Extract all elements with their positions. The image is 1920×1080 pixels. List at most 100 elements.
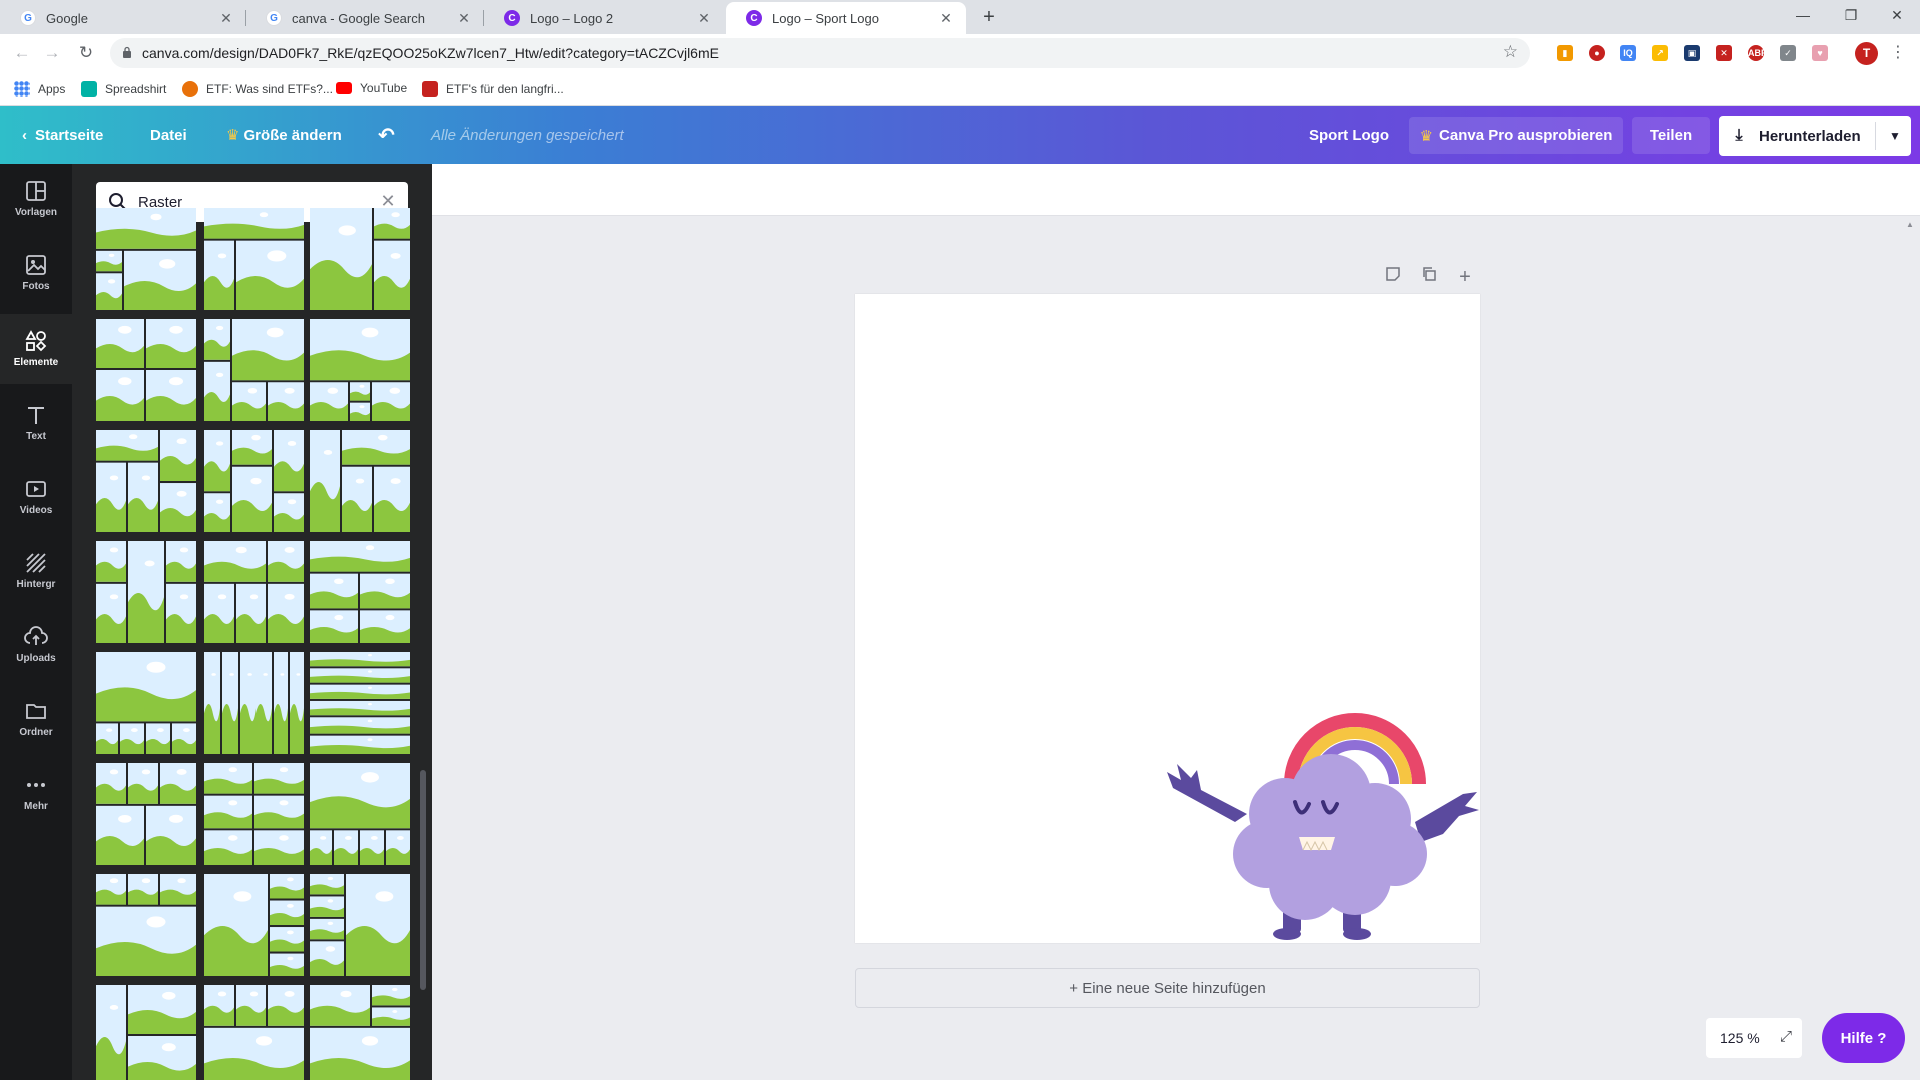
resize-button[interactable]: ♛ Größe ändern — [226, 106, 342, 164]
cloud-monster-illustration[interactable] — [855, 294, 1480, 943]
spreadshirt-icon — [81, 81, 97, 97]
grid-template-thumbnail[interactable] — [204, 763, 304, 865]
browser-tab-canva-search[interactable]: G canva - Google Search ✕ — [246, 2, 484, 34]
rail-label: Vorlagen — [14, 207, 58, 218]
grid-template-thumbnail[interactable] — [310, 874, 410, 976]
rail-item-elements[interactable]: Elemente — [0, 314, 72, 384]
grid-template-thumbnail[interactable] — [204, 541, 304, 643]
grid-template-thumbnail[interactable] — [204, 985, 304, 1080]
rail-label: Hintergr — [16, 579, 56, 590]
panel-scrollbar[interactable] — [420, 770, 426, 990]
grid-template-thumbnail[interactable] — [96, 208, 196, 310]
grid-template-thumbnail[interactable] — [310, 763, 410, 865]
grid-template-thumbnail[interactable] — [310, 541, 410, 643]
rail-item-videos[interactable]: Videos — [0, 462, 72, 532]
omnibox[interactable]: canva.com/design/DAD0Fk7_RkE/qzEQOO25oKZ… — [110, 38, 1530, 68]
grid-thumbnail-image — [310, 874, 410, 976]
browser-tab-google[interactable]: G Google ✕ — [0, 2, 246, 34]
browser-tab-sport-logo[interactable]: C Logo – Sport Logo ✕ — [726, 2, 966, 34]
undo-icon[interactable]: ↶ — [378, 106, 395, 164]
grid-template-thumbnail[interactable] — [204, 652, 304, 754]
minimize-icon[interactable]: — — [1780, 0, 1826, 30]
bookmark-etf[interactable]: ETF: Was sind ETFs?... — [182, 81, 333, 97]
home-label: Startseite — [35, 126, 104, 144]
rail-item-text[interactable]: Text — [0, 388, 72, 458]
profile-avatar[interactable]: T — [1855, 42, 1878, 65]
reload-icon[interactable]: ↻ — [74, 42, 98, 64]
extension-icon[interactable]: ↗ — [1652, 45, 1668, 61]
rail-item-more[interactable]: Mehr — [0, 758, 72, 828]
design-title[interactable]: Sport Logo — [1309, 106, 1389, 164]
window-close-icon[interactable]: ✕ — [1874, 0, 1920, 30]
grid-template-thumbnail[interactable] — [96, 763, 196, 865]
scroll-up-arrow[interactable]: ▲ — [1906, 220, 1914, 229]
file-menu-button[interactable]: Datei — [150, 106, 187, 164]
folder-icon — [26, 704, 46, 719]
share-button[interactable]: Teilen — [1632, 117, 1710, 154]
duplicate-page-icon[interactable] — [1418, 266, 1440, 288]
bookmark-youtube[interactable]: YouTube — [336, 81, 407, 95]
design-page[interactable] — [855, 294, 1480, 943]
zoom-control[interactable]: 125 % ⤢ — [1706, 1018, 1802, 1058]
grid-thumbnail-image — [310, 652, 410, 754]
extension-icon[interactable]: ♥ — [1812, 45, 1828, 61]
add-new-page-button[interactable]: + Eine neue Seite hinzufügen — [855, 968, 1480, 1008]
bookmark-star-icon[interactable]: ☆ — [1503, 42, 1518, 62]
grid-template-thumbnail[interactable] — [310, 985, 410, 1080]
grid-template-thumbnail[interactable] — [96, 652, 196, 754]
grid-template-thumbnail[interactable] — [310, 319, 410, 421]
tab-title: Google — [46, 10, 88, 26]
grid-thumbnail-image — [96, 652, 196, 754]
grid-template-thumbnail[interactable] — [96, 874, 196, 976]
close-icon[interactable]: ✕ — [456, 10, 472, 27]
new-tab-button[interactable]: + — [977, 5, 1001, 29]
grid-thumbnail-image — [310, 985, 410, 1080]
text-icon — [28, 407, 44, 424]
grid-template-thumbnail[interactable] — [96, 430, 196, 532]
grid-template-thumbnail[interactable] — [96, 541, 196, 643]
help-button[interactable]: Hilfe ? — [1822, 1013, 1905, 1063]
close-icon[interactable]: ✕ — [218, 10, 234, 27]
grid-template-thumbnail[interactable] — [96, 985, 196, 1080]
restore-icon[interactable]: ❐ — [1828, 0, 1874, 30]
grid-template-thumbnail[interactable] — [310, 652, 410, 754]
grid-template-thumbnail[interactable] — [204, 430, 304, 532]
google-icon: G — [266, 10, 282, 26]
download-button[interactable]: ⤓ Herunterladen ▼ — [1719, 116, 1911, 156]
close-icon[interactable]: ✕ — [938, 10, 954, 27]
rail-item-uploads[interactable]: Uploads — [0, 610, 72, 680]
forward-icon[interactable]: → — [40, 42, 64, 64]
grid-template-thumbnail[interactable] — [204, 208, 304, 310]
back-icon[interactable]: ← — [10, 42, 34, 64]
side-nav-rail: Vorlagen Fotos Elemente Text Videos Hint… — [0, 164, 72, 1080]
bookmark-etf-langfristig[interactable]: ETF's für den langfri... — [422, 81, 564, 97]
rail-item-photos[interactable]: Fotos — [0, 238, 72, 308]
grid-template-thumbnail[interactable] — [204, 319, 304, 421]
extension-icon[interactable]: IQ — [1620, 45, 1636, 61]
page-notes-icon[interactable] — [1382, 266, 1404, 288]
rail-item-templates[interactable]: Vorlagen — [0, 164, 72, 234]
chevron-down-icon[interactable]: ▼ — [1879, 116, 1911, 156]
grid-template-thumbnail[interactable] — [96, 319, 196, 421]
add-page-icon[interactable]: + — [1454, 266, 1476, 288]
bookmark-apps[interactable]: Apps — [14, 81, 65, 97]
browser-menu-icon[interactable]: ⋮ — [1890, 42, 1906, 64]
try-pro-button[interactable]: ♛ Canva Pro ausprobieren — [1409, 117, 1623, 154]
grid-template-thumbnail[interactable] — [310, 430, 410, 532]
home-button[interactable]: ‹ Startseite — [22, 106, 103, 164]
close-icon[interactable]: ✕ — [696, 10, 712, 27]
extension-icon[interactable]: ● — [1589, 45, 1605, 61]
bookmark-label: ETF: Was sind ETFs?... — [206, 82, 333, 96]
extension-icon[interactable]: ✕ — [1716, 45, 1732, 61]
rail-item-folder[interactable]: Ordner — [0, 684, 72, 754]
adblock-icon[interactable]: ABP — [1748, 45, 1767, 61]
extension-icon[interactable]: ▣ — [1684, 45, 1700, 61]
grid-template-thumbnail[interactable] — [310, 208, 410, 310]
grid-template-thumbnail[interactable] — [204, 874, 304, 976]
extension-icon[interactable]: ✓ — [1780, 45, 1796, 61]
fullscreen-icon[interactable]: ⤢ — [1780, 1028, 1792, 1045]
extension-icon[interactable]: ▮ — [1557, 45, 1573, 61]
bookmark-spreadshirt[interactable]: Spreadshirt — [81, 81, 166, 97]
browser-tab-logo-2[interactable]: C Logo – Logo 2 ✕ — [484, 2, 724, 34]
rail-item-background[interactable]: Hintergr — [0, 536, 72, 606]
